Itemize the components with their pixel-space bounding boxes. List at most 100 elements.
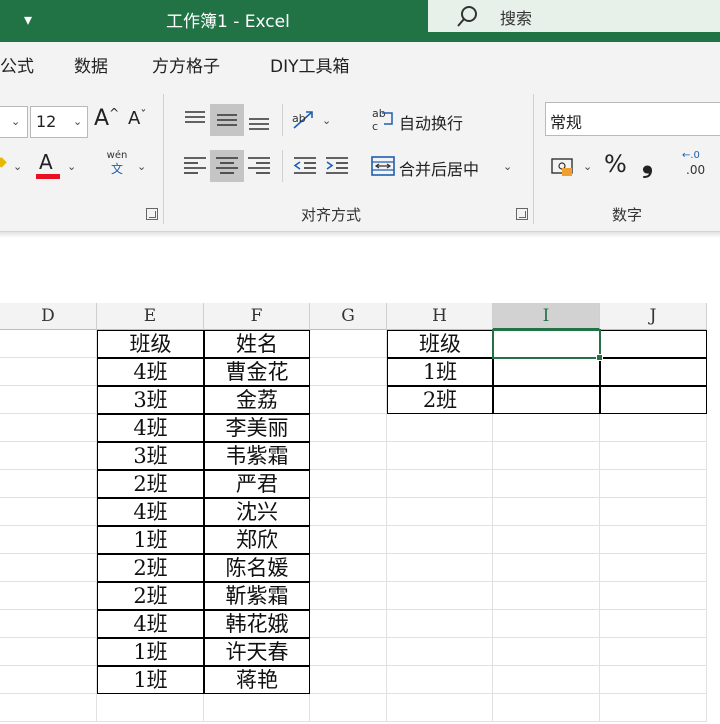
cell[interactable]: [0, 358, 97, 386]
cell[interactable]: [0, 330, 97, 358]
cell[interactable]: [310, 470, 387, 498]
cell[interactable]: [0, 582, 97, 610]
table-cell[interactable]: 郑欣: [204, 526, 310, 554]
cell[interactable]: [0, 498, 97, 526]
cell[interactable]: [387, 526, 493, 554]
cell[interactable]: [600, 470, 707, 498]
cell[interactable]: [310, 638, 387, 666]
table-cell[interactable]: 李美丽: [204, 414, 310, 442]
cell[interactable]: [310, 442, 387, 470]
middle-align-icon[interactable]: [210, 104, 244, 136]
cell[interactable]: [310, 386, 387, 414]
table-cell[interactable]: 韦紫霜: [204, 442, 310, 470]
cell[interactable]: [600, 554, 707, 582]
wrap-text-icon[interactable]: ab c: [368, 104, 398, 136]
cell[interactable]: [97, 694, 204, 722]
table-cell[interactable]: 姓名: [204, 330, 310, 358]
tab-data[interactable]: 数据: [74, 52, 108, 77]
wrap-text-button[interactable]: 自动换行: [399, 110, 463, 134]
align-left-icon[interactable]: [178, 150, 212, 182]
cell[interactable]: [0, 554, 97, 582]
cell[interactable]: [310, 694, 387, 722]
decrease-font-icon[interactable]: Aˇ: [128, 108, 146, 129]
column-header-d[interactable]: D: [0, 303, 97, 330]
cell[interactable]: [310, 330, 387, 358]
cell[interactable]: [493, 470, 600, 498]
cell[interactable]: [0, 442, 97, 470]
table-cell[interactable]: 靳紫霜: [204, 582, 310, 610]
summary-value-cell[interactable]: [600, 386, 707, 414]
cell[interactable]: [600, 694, 707, 722]
cell[interactable]: [387, 442, 493, 470]
currency-format-dropdown[interactable]: ⌄: [583, 160, 592, 173]
top-align-icon[interactable]: [178, 104, 212, 136]
table-cell[interactable]: 3班: [97, 386, 204, 414]
column-header-j[interactable]: J: [600, 303, 707, 330]
cell[interactable]: [310, 358, 387, 386]
search-box[interactable]: 搜索: [428, 0, 720, 32]
table-cell[interactable]: 2班: [97, 582, 204, 610]
cell[interactable]: [600, 638, 707, 666]
cell[interactable]: [310, 414, 387, 442]
customize-qat-icon[interactable]: ▾: [14, 6, 42, 34]
cell[interactable]: [600, 666, 707, 694]
alignment-dialog-launcher[interactable]: [516, 208, 528, 220]
table-cell[interactable]: 沈兴: [204, 498, 310, 526]
summary-value-cell[interactable]: [600, 330, 707, 358]
summary-label-cell[interactable]: 班级: [387, 330, 493, 358]
summary-value-cell[interactable]: [493, 386, 600, 414]
cell[interactable]: [310, 666, 387, 694]
summary-label-cell[interactable]: 2班: [387, 386, 493, 414]
percent-style-button[interactable]: %: [604, 150, 627, 178]
table-cell[interactable]: 蒋艳: [204, 666, 310, 694]
cell[interactable]: [600, 414, 707, 442]
merge-center-button[interactable]: 合并后居中: [399, 156, 479, 180]
cell[interactable]: [387, 638, 493, 666]
cell[interactable]: [0, 638, 97, 666]
font-size-dropdown[interactable]: 12 ⌄: [30, 106, 88, 138]
cell[interactable]: [387, 554, 493, 582]
tab-formulas[interactable]: 公式: [0, 52, 34, 77]
font-dialog-launcher[interactable]: [146, 208, 158, 220]
align-right-icon[interactable]: [242, 150, 276, 182]
align-center-icon[interactable]: [210, 150, 244, 182]
phonetic-icon[interactable]: wén 文: [102, 150, 132, 180]
cell[interactable]: [600, 442, 707, 470]
cell[interactable]: [493, 498, 600, 526]
formula-bar-area[interactable]: [0, 238, 720, 288]
cell[interactable]: [387, 414, 493, 442]
bottom-align-icon[interactable]: [242, 104, 276, 136]
table-cell[interactable]: 1班: [97, 526, 204, 554]
cell[interactable]: [310, 610, 387, 638]
cell[interactable]: [493, 666, 600, 694]
column-header-g[interactable]: G: [310, 303, 387, 330]
cell[interactable]: [493, 414, 600, 442]
table-cell[interactable]: 班级: [97, 330, 204, 358]
column-header-f[interactable]: F: [204, 303, 310, 330]
cell[interactable]: [600, 582, 707, 610]
decrease-indent-icon[interactable]: [288, 150, 322, 182]
fill-color-icon[interactable]: ◆: [0, 154, 7, 170]
summary-value-cell[interactable]: [493, 358, 600, 386]
merge-center-dropdown[interactable]: ⌄: [503, 160, 512, 173]
cell[interactable]: [387, 498, 493, 526]
cell[interactable]: [204, 694, 310, 722]
increase-font-icon[interactable]: A^: [94, 106, 119, 131]
cell[interactable]: [493, 526, 600, 554]
cell[interactable]: [0, 666, 97, 694]
cell[interactable]: [387, 582, 493, 610]
fill-handle[interactable]: [596, 354, 603, 361]
cell[interactable]: [493, 554, 600, 582]
cell[interactable]: [600, 498, 707, 526]
cell[interactable]: [310, 498, 387, 526]
orientation-dropdown[interactable]: ⌄: [322, 114, 331, 127]
cell[interactable]: [0, 386, 97, 414]
cell[interactable]: [493, 582, 600, 610]
cell[interactable]: [600, 526, 707, 554]
table-cell[interactable]: 1班: [97, 638, 204, 666]
column-header-h[interactable]: H: [387, 303, 493, 330]
orientation-icon[interactable]: ab: [288, 104, 322, 136]
tab-fangfang[interactable]: 方方格子: [152, 52, 220, 77]
cell[interactable]: [387, 694, 493, 722]
currency-format-icon[interactable]: [548, 150, 582, 182]
